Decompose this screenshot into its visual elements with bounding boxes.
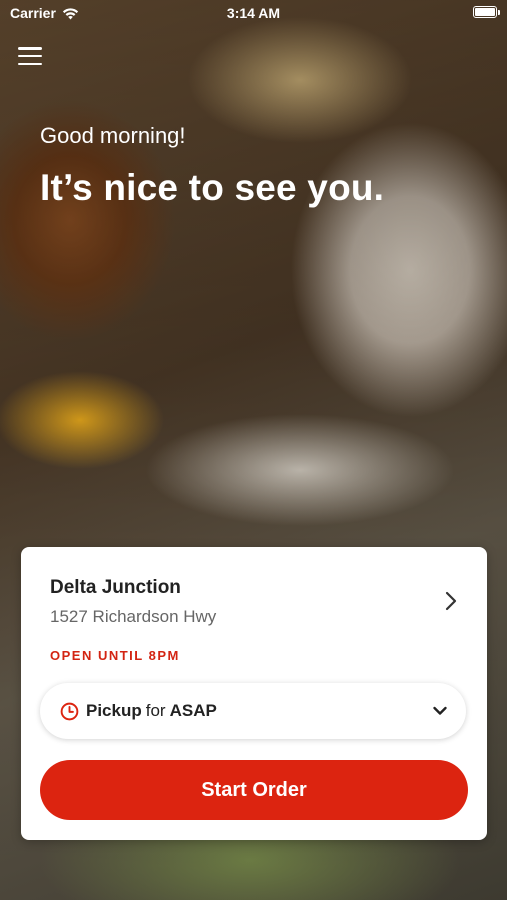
order-mode-selector[interactable]: Pickup for ASAP: [40, 683, 466, 739]
start-order-button[interactable]: Start Order: [40, 760, 468, 820]
store-address: 1527 Richardson Hwy: [50, 607, 217, 626]
order-mode-connector: for: [145, 701, 166, 720]
order-time-label: ASAP: [169, 701, 217, 720]
status-time: 3:14 AM: [226, 5, 281, 21]
clock-icon: [60, 702, 79, 720]
headline-text: It’s nice to see you.: [40, 167, 385, 208]
menu-icon[interactable]: [18, 45, 42, 67]
greeting-text: Good morning!: [40, 123, 186, 148]
store-card: Delta Junction 1527 Richardson Hwy OPEN …: [21, 547, 487, 840]
store-hours-label: OPEN UNTIL 8PM: [50, 648, 180, 663]
chevron-right-icon[interactable]: [441, 591, 461, 611]
order-mode-label: Pickup: [86, 701, 142, 720]
status-bar: Carrier 3:14 AM: [0, 0, 507, 28]
chevron-down-icon: [433, 706, 447, 715]
battery-icon: [473, 6, 500, 18]
store-name: Delta Junction: [50, 577, 181, 598]
